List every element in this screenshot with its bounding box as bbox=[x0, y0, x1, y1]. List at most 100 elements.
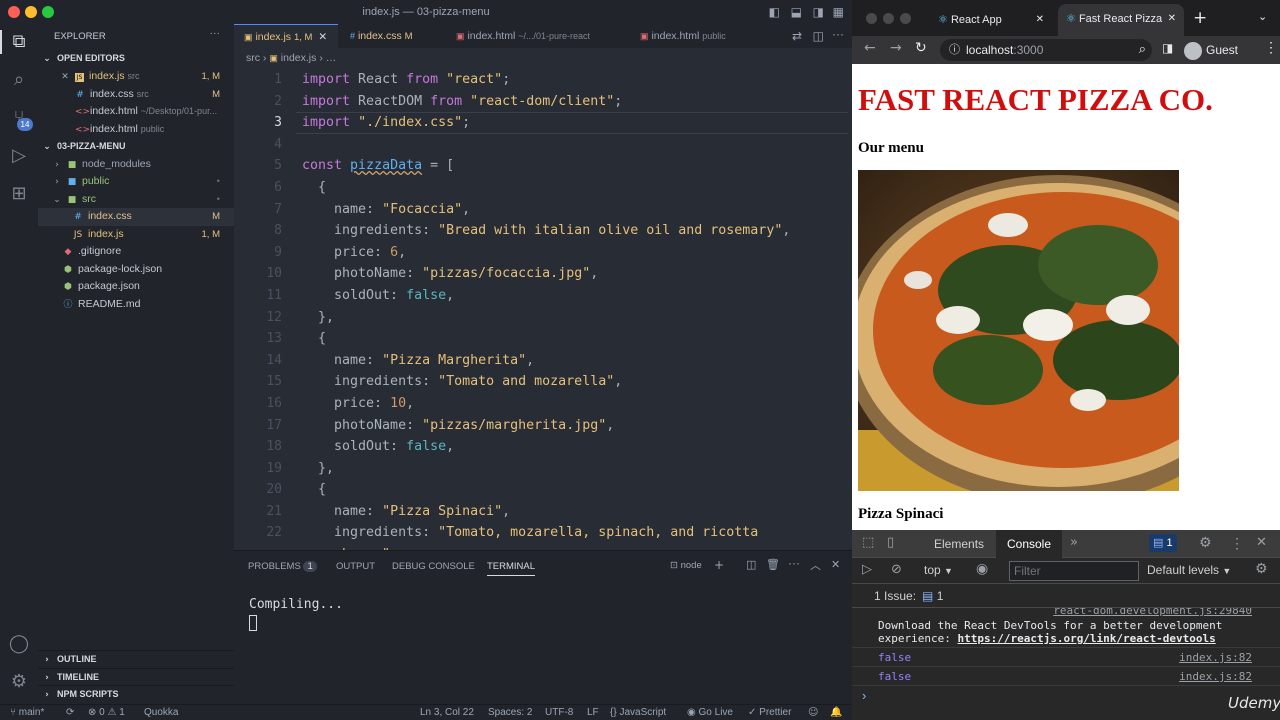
context-selector[interactable]: top ▼ bbox=[924, 563, 953, 577]
sync-icon[interactable]: ⟳ bbox=[66, 705, 74, 720]
toggle-sidebar-icon[interactable]: ◧ bbox=[769, 0, 780, 24]
problems-indicator[interactable]: ⊗ 0 ⚠ 1 bbox=[88, 705, 125, 720]
messages-badge[interactable]: ▤ 1 bbox=[1149, 534, 1177, 552]
open-editors-section[interactable]: ⌄ OPEN EDITORS bbox=[38, 50, 234, 68]
close-window-button[interactable] bbox=[866, 13, 877, 24]
code-line[interactable]: soldOut: false, bbox=[302, 436, 847, 458]
close-tab-icon[interactable]: ✕ bbox=[1036, 6, 1044, 34]
split-editor-icon[interactable]: ◫ bbox=[813, 29, 824, 43]
code-line[interactable]: price: 10, bbox=[302, 393, 847, 415]
site-info-icon[interactable]: ⓘ bbox=[949, 39, 960, 61]
account-icon[interactable]: ◯ bbox=[7, 632, 31, 656]
files-icon[interactable]: ⧉ bbox=[7, 30, 31, 54]
device-toolbar-icon[interactable]: ▯ bbox=[887, 535, 894, 550]
close-tab-icon[interactable]: ✕ bbox=[318, 31, 327, 43]
console-source-link[interactable]: react-dom.development.js:29840 bbox=[1053, 608, 1252, 617]
code-line[interactable]: name: "Focaccia", bbox=[302, 199, 847, 221]
breadcrumb-folder[interactable]: src bbox=[246, 52, 260, 64]
devtools-link[interactable]: https://reactjs.org/link/react-devtools bbox=[957, 632, 1215, 645]
code-line[interactable]: const pizzaData = [ bbox=[302, 155, 847, 177]
breadcrumb-symbol[interactable]: … bbox=[326, 52, 337, 64]
console-source-link[interactable]: index.js:82 bbox=[1179, 670, 1252, 683]
search-icon[interactable]: ⌕ bbox=[7, 68, 31, 92]
code-line[interactable]: price: 6, bbox=[302, 242, 847, 264]
browser-tab-active[interactable]: ⚛ Fast React Pizza ✕ bbox=[1058, 4, 1184, 36]
compare-icon[interactable]: ⇄ bbox=[792, 29, 802, 43]
log-levels-dropdown[interactable]: Default levels ▼ bbox=[1147, 563, 1231, 577]
tree-file-readme[interactable]: ⓘ README.md bbox=[38, 296, 234, 314]
toggle-panel-icon[interactable]: ⬓ bbox=[791, 0, 802, 24]
line-ending[interactable]: LF bbox=[587, 705, 599, 720]
browser-tab[interactable]: ⚛ React App ✕ bbox=[930, 6, 1054, 36]
terminal-selector[interactable]: ⊡ node bbox=[670, 560, 702, 571]
code-line[interactable]: photoName: "pizzas/margherita.jpg", bbox=[302, 415, 847, 437]
go-live-button[interactable]: ◉ Go Live bbox=[687, 705, 733, 720]
close-tab-icon[interactable]: ✕ bbox=[1165, 4, 1176, 34]
maximize-window-button[interactable] bbox=[900, 13, 911, 24]
npm-scripts-section[interactable]: › NPM SCRIPTS bbox=[38, 685, 234, 703]
address-bar[interactable]: ⓘ localhost:3000 ⌕ bbox=[940, 39, 1152, 61]
extensions-icon[interactable]: ⊞ bbox=[7, 182, 31, 206]
code-line[interactable]: { bbox=[302, 479, 847, 501]
minimize-window-button[interactable] bbox=[883, 13, 894, 24]
trash-icon[interactable]: 🗑 bbox=[766, 558, 780, 571]
code-content[interactable]: import React from "react"; import ReactDO… bbox=[302, 69, 847, 566]
tab-elements[interactable]: Elements bbox=[934, 537, 984, 551]
live-expression-eye-icon[interactable]: ◉ bbox=[976, 561, 988, 577]
maximize-window-button[interactable] bbox=[42, 6, 54, 18]
code-line[interactable]: { bbox=[302, 328, 847, 350]
tree-file-index-css[interactable]: # index.css M bbox=[38, 208, 234, 226]
feedback-icon[interactable]: ☺ bbox=[808, 705, 818, 720]
devtools-menu-icon[interactable]: ⋮ bbox=[1230, 535, 1244, 552]
minimize-window-button[interactable] bbox=[25, 6, 37, 18]
prettier-status[interactable]: ✓ Prettier bbox=[748, 705, 791, 720]
code-line[interactable] bbox=[302, 134, 847, 156]
code-line[interactable]: name: "Pizza Margherita", bbox=[302, 350, 847, 372]
sidebar-toggle-icon[interactable]: ▷ bbox=[862, 562, 872, 577]
issues-bar[interactable]: 1 Issue: ▤ 1 bbox=[852, 584, 1280, 608]
tree-file-index-js[interactable]: JS index.js 1, M bbox=[38, 226, 234, 244]
tab-problems[interactable]: PROBLEMS 1 bbox=[248, 561, 317, 572]
tree-folder-src[interactable]: ⌄ ■ src • bbox=[38, 191, 234, 209]
more-actions-icon[interactable]: ··· bbox=[832, 27, 844, 41]
tab-index-css[interactable]: # index.css M bbox=[340, 24, 444, 48]
tab-search-icon[interactable]: ⌄ bbox=[1258, 10, 1267, 23]
tab-output[interactable]: OUTPUT bbox=[336, 561, 375, 572]
tab-console[interactable]: Console bbox=[996, 530, 1062, 558]
console-settings-gear-icon[interactable]: ⚙ bbox=[1255, 561, 1268, 577]
project-section[interactable]: ⌄ 03-PIZZA-MENU bbox=[38, 138, 234, 156]
code-line[interactable]: ingredients: "Tomato and mozarella", bbox=[302, 371, 847, 393]
code-line[interactable]: ingredients: "Tomato, mozarella, spinach… bbox=[302, 522, 847, 544]
tab-index-js[interactable]: ▣ index.js 1, M ✕ bbox=[234, 24, 338, 48]
tree-folder-node-modules[interactable]: › ■ node_modules bbox=[38, 156, 234, 174]
cursor-position[interactable]: Ln 3, Col 22 bbox=[420, 705, 474, 720]
tab-debug-console[interactable]: DEBUG CONSOLE bbox=[392, 561, 475, 572]
reload-icon[interactable]: ↻ bbox=[915, 40, 927, 56]
tree-file-package-lock[interactable]: ⬢ package-lock.json bbox=[38, 261, 234, 279]
code-line[interactable]: import ReactDOM from "react-dom/client"; bbox=[302, 91, 847, 113]
code-line[interactable]: { bbox=[302, 177, 847, 199]
forward-icon[interactable]: → bbox=[890, 40, 902, 56]
tab-index-html-pure-react[interactable]: ▣ index.html ~/.../01-pure-react bbox=[446, 24, 618, 48]
code-line[interactable]: }, bbox=[302, 307, 847, 329]
code-line[interactable]: ingredients: "Bread with italian olive o… bbox=[302, 220, 847, 242]
side-panel-icon[interactable]: ◨ bbox=[1162, 41, 1173, 55]
settings-gear-icon[interactable]: ⚙ bbox=[1199, 535, 1212, 551]
toggle-secondary-sidebar-icon[interactable]: ◨ bbox=[813, 0, 824, 24]
tree-folder-public[interactable]: › ■ public • bbox=[38, 173, 234, 191]
timeline-section[interactable]: › TIMELINE bbox=[38, 667, 234, 686]
maximize-panel-icon[interactable]: ︿ bbox=[810, 557, 821, 573]
code-line[interactable]: import React from "react"; bbox=[302, 69, 847, 91]
close-window-button[interactable] bbox=[8, 6, 20, 18]
code-line[interactable]: photoName: "pizzas/focaccia.jpg", bbox=[302, 263, 847, 285]
tab-terminal[interactable]: TERMINAL bbox=[487, 561, 536, 576]
more-tabs-icon[interactable]: » bbox=[1070, 535, 1078, 550]
split-terminal-icon[interactable]: ◫ bbox=[746, 558, 756, 571]
open-editor-item[interactable]: <>index.html ~/Desktop/01-pur... bbox=[38, 103, 234, 121]
tree-file-gitignore[interactable]: ◆ .gitignore bbox=[38, 243, 234, 261]
bell-icon[interactable]: 🔔 bbox=[830, 705, 842, 720]
outline-section[interactable]: › OUTLINE bbox=[38, 650, 234, 668]
code-line[interactable]: soldOut: false, bbox=[302, 285, 847, 307]
branch-indicator[interactable]: ⑂ main* bbox=[10, 705, 44, 720]
indentation[interactable]: Spaces: 2 bbox=[488, 705, 532, 720]
